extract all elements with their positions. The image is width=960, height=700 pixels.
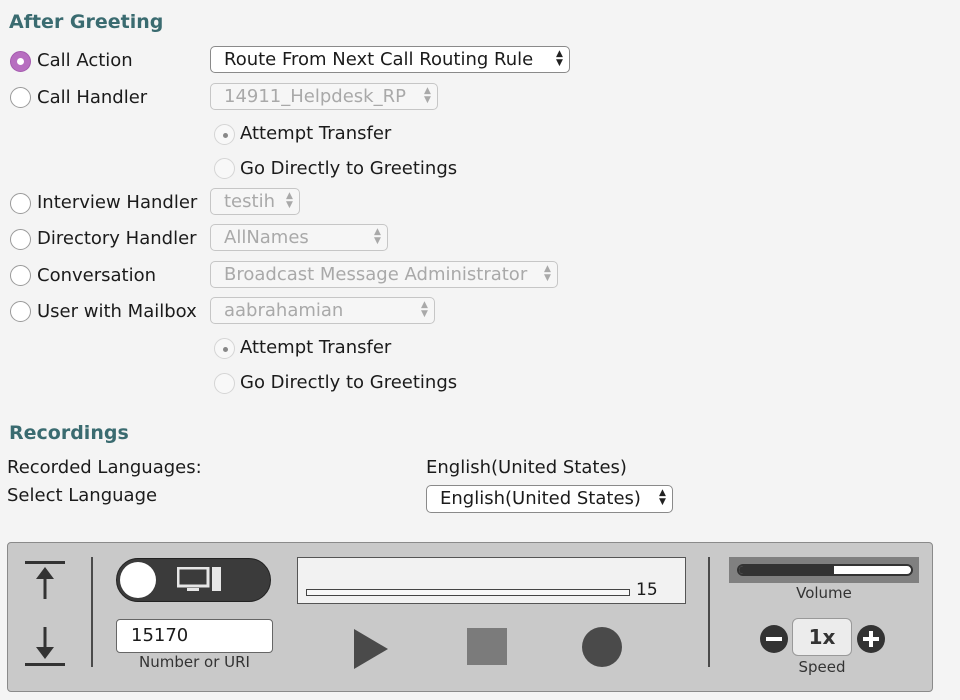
call-handler-go-greetings-radio[interactable] [214,158,235,179]
directory-handler-select[interactable]: AllNames ▲ ▼ [210,224,388,251]
call-handler-go-greetings-label: Go Directly to Greetings [240,158,458,179]
call-action-select[interactable]: Route From Next Call Routing Rule ▲ ▼ [210,46,570,73]
user-go-greetings-radio[interactable] [214,373,235,394]
updown-icon: ▲ ▼ [544,264,551,283]
recorded-languages-value: English(United States) [426,457,627,478]
updown-icon: ▲ ▼ [424,86,431,105]
separator-right [708,557,710,667]
call-handler-label: Call Handler [37,87,148,108]
progress-box: 15 [297,557,686,604]
interview-handler-select-value: testih [224,191,275,212]
recorded-languages-label: Recorded Languages: [7,457,202,478]
move-up-down-icon[interactable] [25,559,65,671]
user-with-mailbox-radio[interactable] [10,301,31,322]
recordings-title: Recordings [9,422,129,444]
call-handler-attempt-transfer-label: Attempt Transfer [240,123,392,144]
record-icon[interactable] [582,627,622,667]
user-attempt-transfer-radio[interactable] [214,338,235,359]
updown-icon: ▲ ▼ [374,227,381,246]
separator-left [91,557,93,667]
volume-fill [739,566,834,574]
progress-seconds: 15 [636,580,658,600]
call-handler-select[interactable]: 14911_Helpdesk_RP ▲ ▼ [210,83,438,110]
interview-handler-select[interactable]: testih ▲ ▼ [210,188,300,215]
number-or-uri-caption: Number or URI [139,653,250,671]
user-go-greetings-label: Go Directly to Greetings [240,372,458,393]
stop-icon[interactable] [467,628,507,665]
call-handler-radio[interactable] [10,87,31,108]
call-handler-select-value: 14911_Helpdesk_RP [224,86,406,107]
directory-handler-label: Directory Handler [37,228,197,249]
toggle-knob [120,562,156,598]
progress-bar[interactable] [306,589,630,596]
directory-handler-select-value: AllNames [224,227,309,248]
select-language-label: Select Language [7,485,158,506]
conversation-label: Conversation [37,265,157,286]
volume-panel [729,557,919,583]
directory-handler-radio[interactable] [10,229,31,250]
call-handler-attempt-transfer-radio[interactable] [214,124,235,145]
user-with-mailbox-label: User with Mailbox [37,301,197,322]
phone-computer-toggle[interactable] [116,558,271,602]
volume-slider[interactable] [737,564,913,576]
number-or-uri-value: 15170 [131,625,189,646]
volume-label: Volume [796,584,852,602]
call-action-select-value: Route From Next Call Routing Rule [224,49,534,70]
speed-value: 1x [792,618,852,656]
interview-handler-label: Interview Handler [37,192,198,213]
updown-icon: ▲ ▼ [659,488,666,507]
user-with-mailbox-select-value: aabrahamian [224,300,344,321]
after-greeting-title: After Greeting [9,11,164,33]
conversation-select[interactable]: Broadcast Message Administrator ▲ ▼ [210,261,558,288]
user-with-mailbox-select[interactable]: aabrahamian ▲ ▼ [210,297,435,324]
updown-icon: ▲ ▼ [286,191,293,210]
conversation-radio[interactable] [10,265,31,286]
updown-icon: ▲ ▼ [421,300,428,319]
user-attempt-transfer-label: Attempt Transfer [240,337,392,358]
call-action-label: Call Action [37,50,133,71]
updown-icon: ▲ ▼ [556,49,563,68]
conversation-select-value: Broadcast Message Administrator [224,264,528,285]
interview-handler-radio[interactable] [10,193,31,214]
select-language-select[interactable]: English(United States) ▲ ▼ [426,485,673,513]
select-language-value: English(United States) [440,488,641,509]
call-action-radio[interactable] [10,51,31,72]
speed-decrease-icon[interactable] [760,625,788,653]
media-player: 15170 Number or URI 15 Volume 1x Speed [7,542,933,692]
number-or-uri-input[interactable]: 15170 [116,619,273,653]
speed-increase-icon[interactable] [857,625,885,653]
play-icon[interactable] [352,627,392,671]
speed-label: Speed [798,658,846,676]
computer-icon [177,567,221,591]
